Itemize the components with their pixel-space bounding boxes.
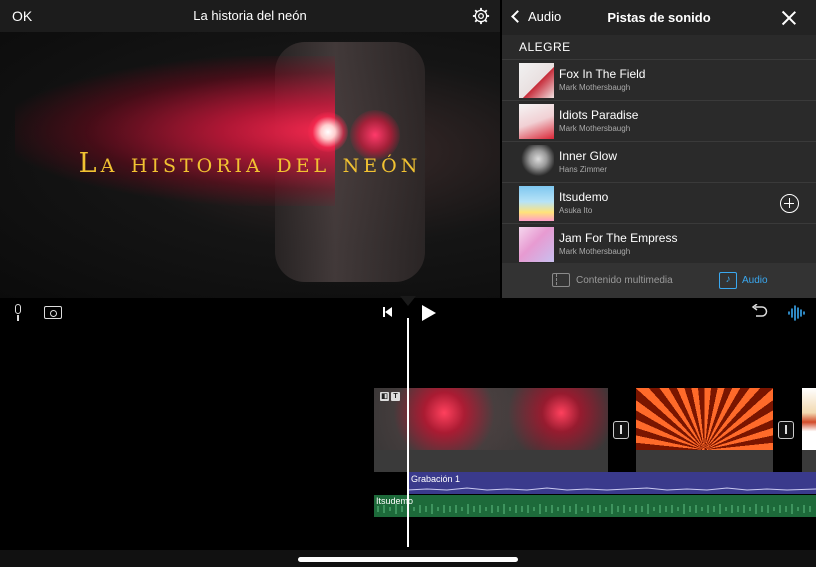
panel-title: Pistas de sonido: [607, 10, 711, 25]
track-title: Fox In The Field: [559, 67, 646, 81]
album-art: [519, 227, 554, 262]
clip-badges: ◧ T: [380, 392, 400, 401]
microphone-stem: [17, 315, 19, 321]
video-preview[interactable]: La historia del neón: [0, 32, 500, 298]
video-clip[interactable]: [636, 388, 773, 472]
clip-audio-strip: [374, 450, 608, 472]
clip-audio-strip: [802, 450, 816, 472]
microphone-icon[interactable]: [12, 304, 24, 322]
camera-icon[interactable]: [44, 306, 62, 319]
close-icon[interactable]: [782, 11, 796, 25]
clip-thumbnail: [636, 388, 773, 450]
transition-icon[interactable]: [613, 421, 629, 439]
recording-label: Grabación 1: [411, 474, 461, 484]
recording-waveform: [407, 487, 816, 491]
film-icon: [552, 273, 570, 287]
tab-media[interactable]: Contenido multimedia: [552, 273, 673, 287]
track-row[interactable]: Idiots Paradise Mark Mothersbaugh: [502, 100, 816, 141]
plus-circle-icon[interactable]: [780, 194, 799, 213]
track-artist: Asuka Ito: [559, 206, 593, 215]
preview-red-beam: [15, 56, 335, 206]
music-note-icon: ♪: [719, 272, 737, 289]
section-heading: ALEGRE: [519, 40, 571, 54]
sound-tracks-panel: Audio Pistas de sonido ALEGRE Fox In The…: [502, 0, 816, 298]
panel-tab-bar: Contenido multimedia ♪ Audio: [502, 263, 816, 298]
video-clip[interactable]: ◧ T: [374, 388, 608, 472]
playhead-notch: [400, 296, 416, 306]
recording-audio-track[interactable]: Grabación 1: [407, 472, 816, 494]
video-title-overlay: La historia del neón: [78, 148, 422, 179]
track-row[interactable]: Jam For The Empress Mark Mothersbaugh: [502, 223, 816, 264]
clip-audio-strip: [636, 450, 773, 472]
album-art: [519, 63, 554, 98]
transition-icon[interactable]: [778, 421, 794, 439]
track-artist: Hans Zimmer: [559, 165, 608, 174]
music-audio-track[interactable]: Itsudemo: [374, 495, 816, 517]
waveform-icon[interactable]: [788, 304, 806, 322]
music-waveform: [377, 504, 811, 514]
tab-media-label: Contenido multimedia: [576, 274, 673, 286]
skip-back-triangle: [385, 307, 392, 317]
album-art: [519, 145, 554, 180]
video-viewer: OK La historia del neón La historia del …: [0, 0, 500, 298]
play-icon[interactable]: [422, 305, 436, 321]
preview-glow-bright: [308, 112, 348, 152]
project-title: La historia del neón: [193, 8, 307, 23]
track-row[interactable]: Inner Glow Hans Zimmer: [502, 141, 816, 182]
album-art: [519, 186, 554, 221]
gear-icon[interactable]: [472, 7, 490, 25]
skip-back-icon[interactable]: [382, 307, 394, 319]
track-artist: Mark Mothersbaugh: [559, 83, 631, 92]
clip-effect-icon: ◧: [380, 392, 389, 401]
tab-audio-label: Audio: [742, 275, 768, 286]
track-artist: Mark Mothersbaugh: [559, 247, 631, 256]
panel-header: Audio Pistas de sonido: [502, 0, 816, 35]
clip-thumbnail: [802, 388, 816, 450]
track-title: Idiots Paradise: [559, 108, 639, 122]
clip-title-icon: T: [391, 392, 400, 401]
track-row-selected[interactable]: Itsudemo Asuka Ito: [502, 182, 816, 223]
track-artist: Mark Mothersbaugh: [559, 124, 631, 133]
tab-audio[interactable]: ♪ Audio: [719, 272, 768, 289]
track-title: Jam For The Empress: [559, 231, 678, 245]
track-list: Fox In The Field Mark Mothersbaugh Idiot…: [502, 59, 816, 264]
home-indicator[interactable]: [298, 557, 518, 562]
bottom-bar: [0, 550, 816, 567]
track-title: Itsudemo: [559, 190, 609, 204]
undo-icon[interactable]: [750, 304, 768, 320]
album-art: [519, 104, 554, 139]
track-row[interactable]: Fox In The Field Mark Mothersbaugh: [502, 59, 816, 100]
viewer-top-bar: OK La historia del neón: [0, 0, 500, 32]
microphone-capsule: [15, 304, 21, 314]
track-title: Inner Glow: [559, 149, 618, 163]
playhead[interactable]: [407, 318, 409, 547]
clip-thumbnail: [374, 388, 608, 450]
video-clip[interactable]: [802, 388, 816, 472]
